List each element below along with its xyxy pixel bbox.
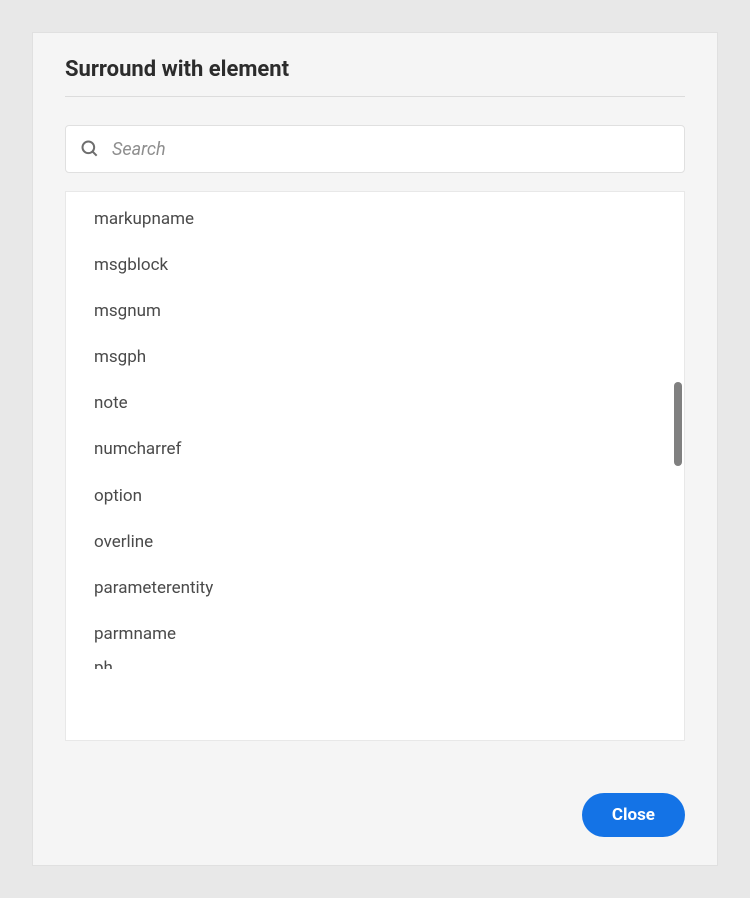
list-item[interactable]: parmname — [66, 611, 684, 657]
search-input[interactable] — [112, 139, 670, 160]
element-list-inner: markupname msgblock msgnum msgph note nu… — [66, 192, 684, 740]
list-item[interactable]: ph — [66, 657, 684, 669]
list-item[interactable]: note — [66, 380, 684, 426]
scrollbar-thumb[interactable] — [674, 382, 682, 466]
list-item[interactable]: markupname — [66, 196, 684, 242]
search-icon — [80, 139, 100, 159]
search-field-wrap[interactable] — [65, 125, 685, 173]
element-list: markupname msgblock msgnum msgph note nu… — [65, 191, 685, 741]
dialog-title: Surround with element — [65, 57, 685, 97]
list-item[interactable]: msgnum — [66, 288, 684, 334]
dialog-footer: Close — [65, 741, 685, 837]
list-item[interactable]: msgph — [66, 334, 684, 380]
list-item[interactable]: numcharref — [66, 426, 684, 472]
list-item[interactable]: parameterentity — [66, 565, 684, 611]
surround-with-element-dialog: Surround with element markupname msgbloc… — [32, 32, 718, 866]
list-item[interactable]: overline — [66, 519, 684, 565]
list-item[interactable]: msgblock — [66, 242, 684, 288]
close-button[interactable]: Close — [582, 793, 685, 837]
list-item[interactable]: option — [66, 473, 684, 519]
